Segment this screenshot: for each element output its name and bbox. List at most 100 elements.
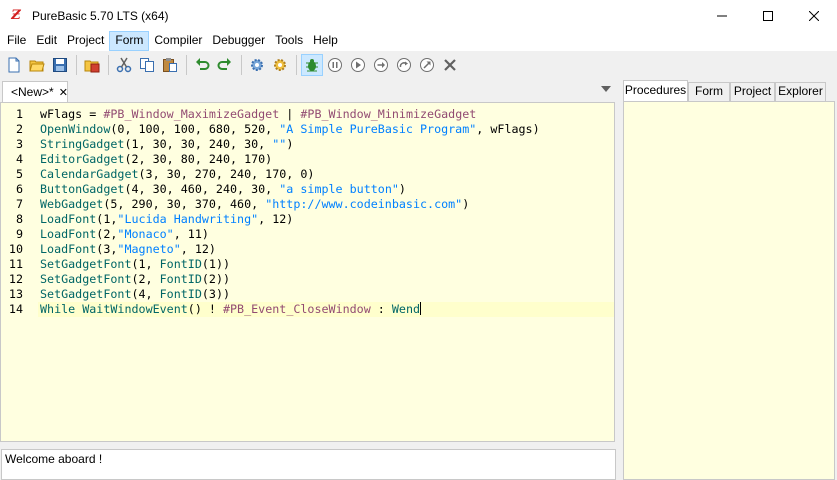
maximize-button[interactable] [745,0,791,31]
code-token: ) [286,137,294,151]
code-token: (2, [96,227,118,241]
compiler-options-button[interactable] [269,54,291,76]
tab-procedures[interactable]: Procedures [623,80,688,101]
continue-button[interactable] [347,54,369,76]
close-icon [809,10,819,21]
editor-tab-bar: <New>* ✕ [0,80,617,102]
save-as-button[interactable] [81,54,103,76]
redo-button[interactable] [214,54,236,76]
tab-list-dropdown-icon[interactable] [601,86,611,92]
save-button[interactable] [49,54,71,76]
code-line[interactable]: SetGadgetFont(1, FontID(1)) [40,257,230,272]
code-token: WebGadget [40,197,104,211]
line-number: 11 [8,257,23,271]
editor-tab-label: <New>* [11,85,54,99]
open-file-button[interactable] [26,54,48,76]
code-line[interactable]: While WaitWindowEvent() ! #PB_Event_Clos… [38,302,614,317]
code-line[interactable]: CalendarGadget(3, 30, 270, 240, 170, 0) [40,167,314,182]
cut-icon [116,57,132,72]
code-line[interactable]: OpenWindow(0, 100, 100, 680, 520, "A Sim… [40,122,540,137]
code-token: (2)) [201,272,231,286]
menu-project[interactable]: Project [62,31,109,51]
editor-tab[interactable]: <New>* ✕ [2,81,68,102]
code-token: SetGadgetFont [40,272,132,286]
menu-file[interactable]: File [2,31,31,51]
code-token: , wFlags) [476,122,540,136]
kill-program-button[interactable] [439,54,461,76]
tools-panel-tabs: Procedures Form Project Explorer [620,80,837,101]
line-number: 1 [15,107,23,121]
code-line[interactable]: StringGadget(1, 30, 30, 240, 30, "") [40,137,293,152]
toolbar-separator [76,54,77,75]
tab-close-icon[interactable]: ✕ [59,86,68,99]
compile-run-button[interactable] [246,54,268,76]
code-line[interactable]: WebGadget(5, 290, 30, 370, 460, "http://… [40,197,469,212]
code-line[interactable]: LoadFont(2,"Monaco", 11) [40,227,209,242]
toolbar-separator [241,54,242,75]
menu-help[interactable]: Help [308,31,343,51]
code-line[interactable]: wFlags = #PB_Window_MaximizeGadget | #PB… [40,107,476,122]
code-token: "Monaco" [117,227,174,241]
title-bar: Ƶ PureBasic 5.70 LTS (x64) [0,0,837,31]
code-line[interactable]: LoadFont(1,"Lucida Handwriting", 12) [40,212,293,227]
code-token: (2, 30, 80, 240, 170) [124,152,273,166]
code-token: EditorGadget [40,152,125,166]
code-token: (3, 30, 270, 240, 170, 0) [138,167,315,181]
menu-debugger[interactable]: Debugger [207,31,270,51]
step-button[interactable] [370,54,392,76]
code-token: WaitWindowEvent [82,302,188,316]
code-token: OpenWindow [40,122,111,136]
code-token: () ! [187,302,223,316]
procedures-list[interactable] [623,101,835,480]
undo-button[interactable] [191,54,213,76]
step-over-button[interactable] [393,54,415,76]
line-number: 7 [15,197,23,211]
editor-log-splitter[interactable] [0,442,617,449]
code-token: "a simple button" [279,182,399,196]
debugger-button[interactable] [301,53,323,76]
step-out-button[interactable] [416,54,438,76]
line-number: 6 [15,182,23,196]
code-token: , 12) [180,242,216,256]
minimize-button[interactable] [699,0,745,31]
step-out-icon [420,57,434,72]
kill-program-icon [444,58,456,71]
continue-icon [351,57,365,72]
close-button[interactable] [791,0,837,31]
pause-button[interactable] [324,54,346,76]
paste-button[interactable] [159,54,181,76]
code-editor[interactable]: 1 2 3 4 5 6 7 8 9 10 11 12 13 14 wFlags = #PB_Window_… [0,102,615,442]
menu-form[interactable]: Form [109,31,150,51]
log-message: Welcome aboard ! [5,452,103,466]
menu-compiler[interactable]: Compiler [149,31,207,51]
tab-explorer[interactable]: Explorer [775,82,826,101]
tab-project[interactable]: Project [730,82,775,101]
code-token: , 12) [258,212,294,226]
code-token: ) [398,182,406,196]
code-token: (1)) [201,257,231,271]
menu-tools[interactable]: Tools [270,31,308,51]
code-token: (4, [131,287,160,301]
code-token: (1, [96,212,118,226]
new-file-button[interactable] [3,54,25,76]
line-number: 13 [8,287,23,301]
compiler-options-icon [274,58,286,71]
code-token: | [279,107,301,121]
code-token: #PB_Event_CloseWindow [222,302,371,316]
tab-form[interactable]: Form [688,82,730,101]
code-token: While [40,302,76,316]
code-line[interactable]: LoadFont(3,"Magneto", 12) [40,242,216,257]
paste-icon [163,57,177,72]
debugger-icon [306,58,318,71]
copy-button[interactable] [136,54,158,76]
code-line[interactable]: ButtonGadget(4, 30, 460, 240, 30, "a sim… [40,182,406,197]
code-token: (3, [96,242,118,256]
code-line[interactable]: EditorGadget(2, 30, 80, 240, 170) [40,152,272,167]
cut-button[interactable] [113,54,135,76]
code-token: FontID [159,257,202,271]
code-token: #PB_Window_MinimizeGadget [300,107,477,121]
code-line[interactable]: SetGadgetFont(2, FontID(2)) [40,272,230,287]
code-token: "Lucida Handwriting" [117,212,259,226]
code-line[interactable]: SetGadgetFont(4, FontID(3)) [40,287,230,302]
menu-edit[interactable]: Edit [31,31,62,51]
